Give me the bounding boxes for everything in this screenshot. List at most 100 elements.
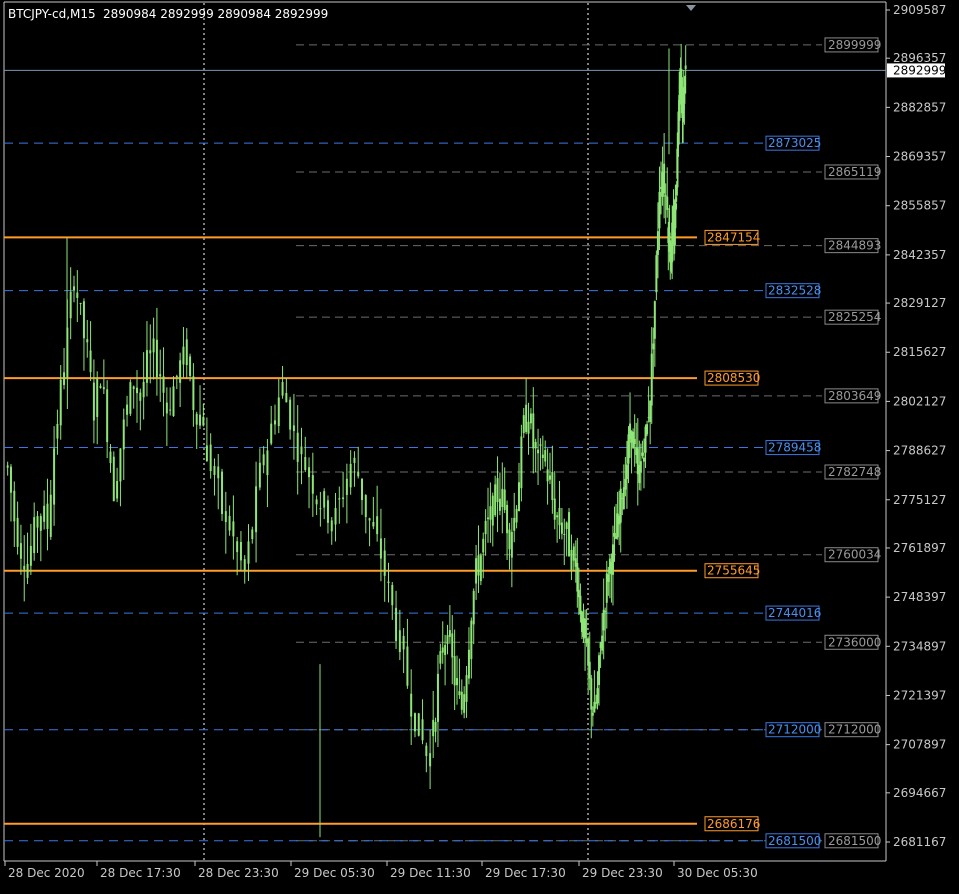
candle-body (106, 389, 109, 443)
candle-body (292, 425, 295, 432)
current-price-label: 2892999 (893, 63, 946, 77)
candle-body (368, 518, 371, 521)
candle-body (548, 475, 551, 480)
candle-body (656, 231, 659, 255)
candle-body (458, 691, 461, 696)
y-tick-label: 2707897 (893, 738, 946, 752)
candle-body (625, 464, 628, 480)
candle-body (570, 549, 573, 571)
candle-body (565, 522, 568, 530)
candle-body (494, 484, 497, 516)
candle-body (602, 609, 605, 631)
candle-body (9, 466, 12, 493)
candle-body (576, 563, 579, 592)
gray-level-label: 2825254 (828, 310, 881, 324)
candle-body (496, 478, 499, 503)
candle-body (36, 516, 39, 528)
candle-body (33, 517, 36, 554)
candle-body (315, 499, 318, 505)
candle-body (436, 673, 439, 722)
candle-body (487, 517, 490, 520)
candle-body (273, 420, 276, 425)
candle-body (434, 721, 437, 732)
candle-body (421, 719, 424, 741)
price-chart[interactable]: 2899999 2865119 2844893 2825254 2803649 27827… (0, 0, 959, 890)
candle-body (425, 745, 428, 757)
candle-body (611, 544, 614, 575)
y-tick-label: 2761897 (893, 541, 946, 555)
orange-level-label: 2686176 (707, 817, 760, 831)
candle-body (613, 533, 616, 537)
candle-body (372, 522, 375, 527)
candle-body (551, 471, 554, 501)
blue-level-label: 2873025 (768, 136, 821, 150)
candle-body (152, 338, 155, 353)
candle-body (556, 515, 559, 518)
candle-body (139, 392, 142, 401)
gray-level-label: 2760034 (828, 548, 881, 562)
candle-body (650, 353, 653, 406)
candle-body (383, 550, 386, 576)
candle-body (498, 498, 501, 511)
candle-body (99, 386, 102, 388)
candle-body (664, 195, 667, 197)
candle-body (29, 545, 32, 566)
chart-window: 2899999 2865119 2844893 2825254 2803649 27827… (0, 0, 959, 890)
candle-body (558, 507, 561, 526)
candle-body (213, 465, 216, 475)
candle-body (357, 471, 360, 477)
candle-body (439, 651, 442, 664)
candle-body (96, 378, 99, 417)
candle-body (446, 635, 449, 645)
candle-body (604, 610, 607, 612)
candle-body (255, 486, 258, 533)
candle-body (345, 478, 348, 495)
candle-body (26, 563, 29, 578)
candle-body (364, 495, 367, 518)
x-tick-label: 28 Dec 17:30 (100, 866, 181, 880)
gray-level-label: 2681500 (828, 834, 881, 848)
candle-body (132, 386, 135, 389)
candle-body (342, 497, 345, 499)
candle-body (258, 462, 261, 488)
candle-body (522, 415, 525, 434)
candle-body (49, 494, 52, 537)
y-tick-label: 2829127 (893, 296, 946, 310)
candle-body (165, 402, 168, 414)
candle-body (572, 546, 575, 561)
candle-body (675, 203, 678, 210)
candle-body (19, 543, 22, 559)
orange-level-label: 2755645 (707, 564, 760, 578)
candle-body (517, 482, 520, 512)
y-tick-label: 2815627 (893, 345, 946, 359)
candle-body (448, 630, 451, 637)
candle-body (338, 498, 341, 500)
candle-body (199, 414, 202, 426)
candle-body (607, 574, 610, 582)
candle-body (189, 356, 192, 376)
candle-body (89, 350, 92, 373)
y-tick-label: 2734897 (893, 639, 946, 653)
gray-level-label: 2712000 (828, 723, 881, 737)
candle-body (195, 413, 198, 425)
candle-body (402, 635, 405, 650)
candle-body (532, 413, 535, 449)
candle-body (116, 480, 119, 499)
candle-body (395, 607, 398, 642)
candle-body (285, 392, 288, 403)
y-tick-label: 2909587 (893, 3, 946, 17)
candle-body (624, 478, 627, 490)
candle-body (126, 404, 129, 415)
candle-body (192, 376, 195, 411)
orange-level-label: 2808530 (707, 371, 760, 385)
candle-body (465, 675, 468, 702)
candle-body (534, 441, 537, 449)
candle-body (451, 633, 454, 658)
y-tick-label: 2855857 (893, 199, 946, 213)
candle-body (102, 387, 105, 390)
candle-body (353, 457, 356, 463)
candle-body (470, 620, 473, 660)
candle-body (475, 558, 478, 584)
candle-body (598, 655, 601, 686)
symbol-title: BTCJPY-cd,M15 (8, 7, 96, 21)
